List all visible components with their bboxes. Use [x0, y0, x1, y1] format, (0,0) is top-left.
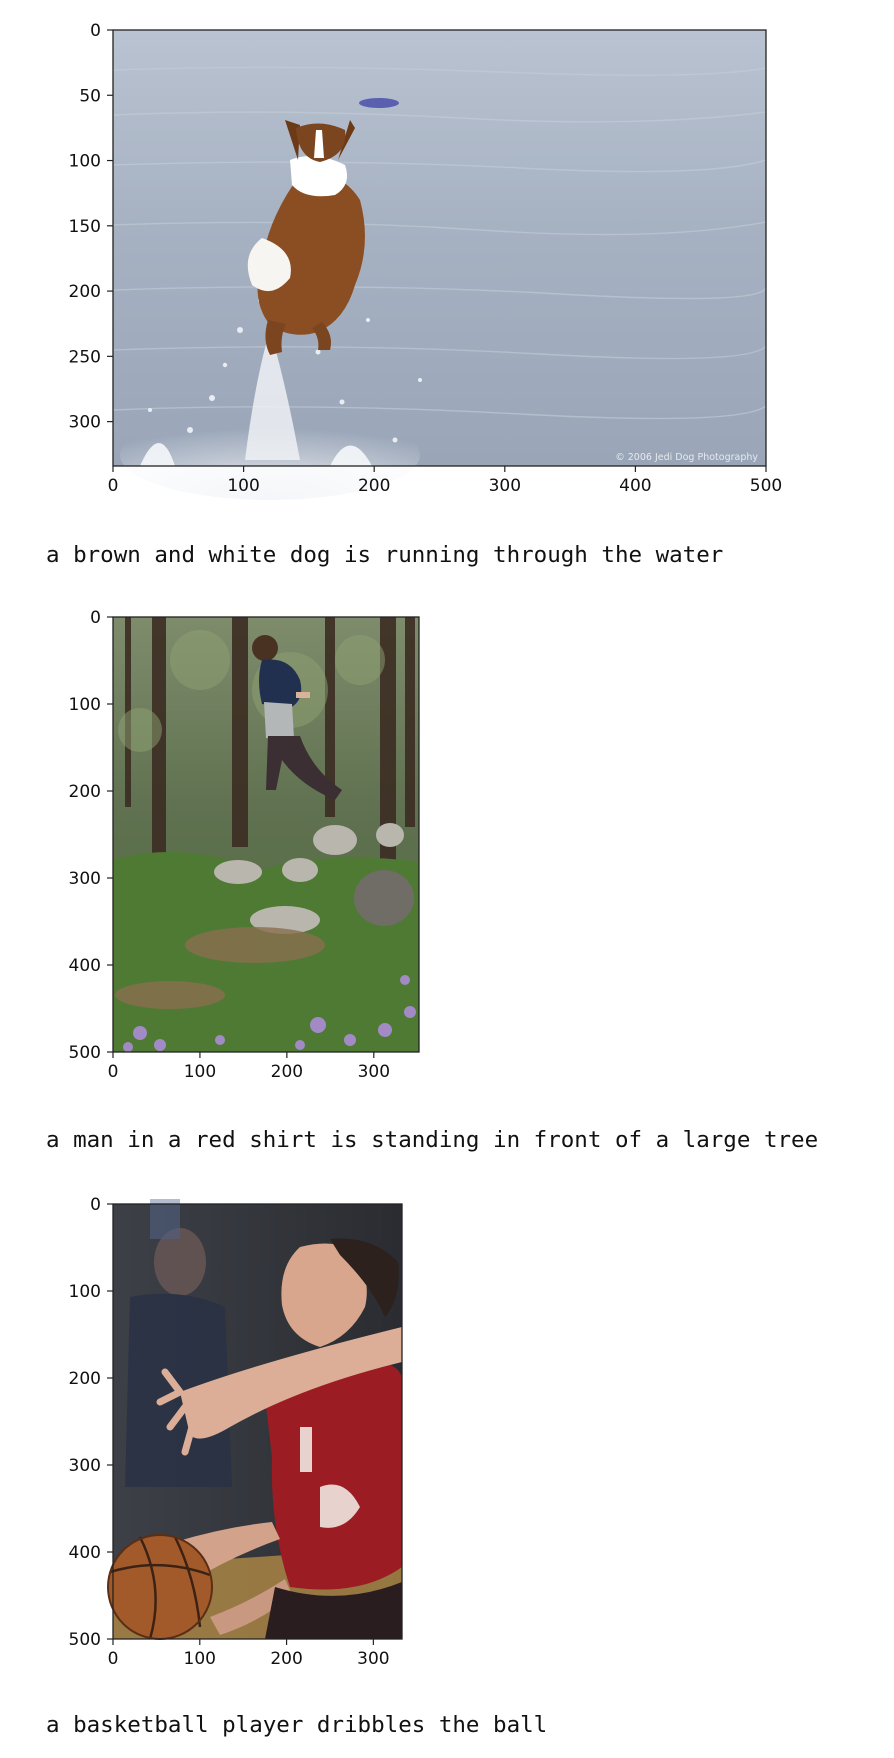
y-tick-label: 200	[69, 782, 101, 802]
x-tick-label: 100	[184, 1649, 216, 1669]
x-tick-label: 100	[184, 1062, 216, 1082]
basketball	[107, 1534, 213, 1640]
x-tick-label: 0	[108, 1649, 119, 1669]
y-tick-label: 400	[69, 956, 101, 976]
figure-1-image: © 2006 Jedi Dog Photography	[112, 30, 767, 500]
figure-2-plot: 0 100 200 300 0 100 200 300 400 500	[69, 608, 420, 1082]
y-tick-label: 300	[69, 413, 101, 433]
y-tick-label: 300	[69, 869, 101, 889]
y-tick-label: 400	[69, 1543, 101, 1563]
image-watermark: © 2006 Jedi Dog Photography	[615, 452, 758, 463]
frisbee	[359, 98, 399, 108]
x-tick-label: 300	[358, 1062, 390, 1082]
figure-3-image	[107, 1199, 402, 1640]
x-tick-label: 500	[750, 476, 782, 496]
y-tick-label: 500	[69, 1630, 101, 1650]
y-tick-label: 0	[90, 21, 101, 41]
y-tick-label: 0	[90, 1195, 101, 1215]
x-tick-label: 300	[489, 476, 521, 496]
y-tick-label: 500	[69, 1043, 101, 1063]
figure-1-caption: a brown and white dog is running through…	[46, 542, 724, 568]
y-tick-label: 250	[69, 347, 101, 367]
y-tick-label: 100	[69, 152, 101, 172]
y-tick-label: 200	[69, 1369, 101, 1389]
notebook-output-area: © 2006 Jedi Dog Photography 0 100 200 300 40…	[0, 0, 894, 1758]
y-tick-label: 150	[69, 217, 101, 237]
y-tick-label: 100	[69, 1282, 101, 1302]
figure-2-caption: a man in a red shirt is standing in fron…	[46, 1127, 819, 1153]
y-tick-label: 50	[79, 86, 101, 106]
y-tick-label: 100	[69, 695, 101, 715]
figure-3-plot: 0 100 200 300 0 100 200 300 400 500	[69, 1195, 403, 1669]
x-tick-label: 300	[357, 1649, 389, 1669]
x-tick-label: 200	[270, 1649, 302, 1669]
y-tick-label: 300	[69, 1456, 101, 1476]
figure-1-plot: © 2006 Jedi Dog Photography 0 100 200 300 40…	[69, 21, 782, 500]
y-tick-label: 0	[90, 608, 101, 628]
figure-3-caption: a basketball player dribbles the ball	[46, 1712, 548, 1738]
x-tick-label: 200	[271, 1062, 303, 1082]
x-tick-label: 0	[108, 1062, 119, 1082]
x-tick-label: 100	[227, 476, 259, 496]
y-tick-label: 200	[69, 282, 101, 302]
x-tick-label: 0	[108, 476, 119, 496]
x-tick-label: 400	[619, 476, 651, 496]
figure-2-image	[113, 617, 419, 1052]
x-tick-label: 200	[358, 476, 390, 496]
